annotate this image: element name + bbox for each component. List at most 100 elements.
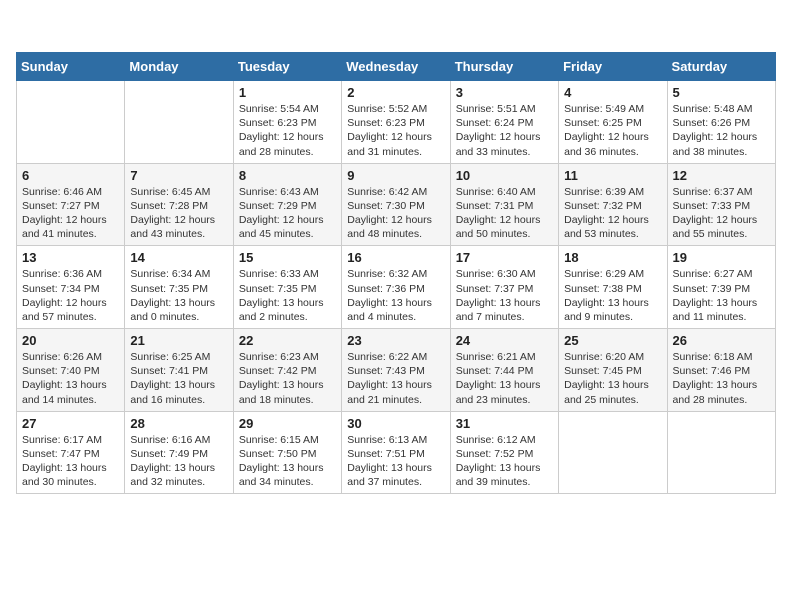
day-number: 6 (22, 168, 119, 183)
day-number: 14 (130, 250, 227, 265)
day-number: 24 (456, 333, 553, 348)
calendar-cell: 9 Sunrise: 6:42 AMSunset: 7:30 PMDaylight… (342, 163, 450, 246)
day-number: 27 (22, 416, 119, 431)
day-number: 22 (239, 333, 336, 348)
calendar-cell: 16 Sunrise: 6:32 AMSunset: 7:36 PMDayligh… (342, 246, 450, 329)
day-number: 31 (456, 416, 553, 431)
page-header (16, 16, 776, 44)
day-number: 21 (130, 333, 227, 348)
day-number: 19 (673, 250, 770, 265)
day-number: 7 (130, 168, 227, 183)
calendar-cell: 30 Sunrise: 6:13 AMSunset: 7:51 PMDayligh… (342, 411, 450, 494)
week-row-5: 27 Sunrise: 6:17 AMSunset: 7:47 PMDayligh… (17, 411, 776, 494)
day-number: 26 (673, 333, 770, 348)
day-info: Sunrise: 6:30 AMSunset: 7:37 PMDaylight:… (456, 267, 553, 324)
day-info: Sunrise: 6:40 AMSunset: 7:31 PMDaylight:… (456, 185, 553, 242)
day-info: Sunrise: 6:25 AMSunset: 7:41 PMDaylight:… (130, 350, 227, 407)
day-info: Sunrise: 6:17 AMSunset: 7:47 PMDaylight:… (22, 433, 119, 490)
day-info: Sunrise: 6:15 AMSunset: 7:50 PMDaylight:… (239, 433, 336, 490)
day-number: 29 (239, 416, 336, 431)
day-number: 25 (564, 333, 661, 348)
day-number: 3 (456, 85, 553, 100)
day-info: Sunrise: 6:36 AMSunset: 7:34 PMDaylight:… (22, 267, 119, 324)
logo-icon (16, 16, 44, 44)
header-row: SundayMondayTuesdayWednesdayThursdayFrid… (17, 53, 776, 81)
week-row-4: 20 Sunrise: 6:26 AMSunset: 7:40 PMDayligh… (17, 329, 776, 412)
calendar-cell: 29 Sunrise: 6:15 AMSunset: 7:50 PMDayligh… (233, 411, 341, 494)
day-info: Sunrise: 6:21 AMSunset: 7:44 PMDaylight:… (456, 350, 553, 407)
day-header-friday: Friday (559, 53, 667, 81)
calendar-cell: 2 Sunrise: 5:52 AMSunset: 6:23 PMDaylight… (342, 81, 450, 164)
calendar-cell (17, 81, 125, 164)
calendar-cell: 8Sunrise: 6:43 AMSunset: 7:29 PMDaylight… (233, 163, 341, 246)
logo (16, 16, 44, 44)
day-info: Sunrise: 5:54 AMSunset: 6:23 PMDaylight:… (239, 102, 336, 159)
day-header-thursday: Thursday (450, 53, 558, 81)
day-header-monday: Monday (125, 53, 233, 81)
calendar-cell: 23 Sunrise: 6:22 AMSunset: 7:43 PMDayligh… (342, 329, 450, 412)
day-info: Sunrise: 6:23 AMSunset: 7:42 PMDaylight:… (239, 350, 336, 407)
day-number: 16 (347, 250, 444, 265)
day-info: Sunrise: 6:26 AMSunset: 7:40 PMDaylight:… (22, 350, 119, 407)
day-header-saturday: Saturday (667, 53, 775, 81)
day-number: 4 (564, 85, 661, 100)
day-info: Sunrise: 6:13 AMSunset: 7:51 PMDaylight:… (347, 433, 444, 490)
calendar-cell: 21 Sunrise: 6:25 AMSunset: 7:41 PMDayligh… (125, 329, 233, 412)
calendar-cell (667, 411, 775, 494)
week-row-2: 6 Sunrise: 6:46 AMSunset: 7:27 PMDaylight… (17, 163, 776, 246)
day-info: Sunrise: 6:34 AMSunset: 7:35 PMDaylight:… (130, 267, 227, 324)
calendar-cell: 11 Sunrise: 6:39 AMSunset: 7:32 PMDayligh… (559, 163, 667, 246)
week-row-1: 1 Sunrise: 5:54 AMSunset: 6:23 PMDaylight… (17, 81, 776, 164)
calendar-cell: 28 Sunrise: 6:16 AMSunset: 7:49 PMDayligh… (125, 411, 233, 494)
day-number: 13 (22, 250, 119, 265)
day-info: Sunrise: 6:12 AMSunset: 7:52 PMDaylight:… (456, 433, 553, 490)
day-info: Sunrise: 5:49 AMSunset: 6:25 PMDaylight:… (564, 102, 661, 159)
calendar-cell: 19 Sunrise: 6:27 AMSunset: 7:39 PMDayligh… (667, 246, 775, 329)
calendar-cell: 5Sunrise: 5:48 AMSunset: 6:26 PMDaylight… (667, 81, 775, 164)
day-number: 9 (347, 168, 444, 183)
day-number: 23 (347, 333, 444, 348)
calendar-cell: 18Sunrise: 6:29 AMSunset: 7:38 PMDayligh… (559, 246, 667, 329)
day-header-wednesday: Wednesday (342, 53, 450, 81)
calendar-cell: 20 Sunrise: 6:26 AMSunset: 7:40 PMDayligh… (17, 329, 125, 412)
day-number: 5 (673, 85, 770, 100)
calendar-cell: 3Sunrise: 5:51 AMSunset: 6:24 PMDaylight… (450, 81, 558, 164)
day-number: 11 (564, 168, 661, 183)
day-number: 15 (239, 250, 336, 265)
day-info: Sunrise: 6:37 AMSunset: 7:33 PMDaylight:… (673, 185, 770, 242)
week-row-3: 13 Sunrise: 6:36 AMSunset: 7:34 PMDayligh… (17, 246, 776, 329)
day-header-sunday: Sunday (17, 53, 125, 81)
calendar-cell: 27 Sunrise: 6:17 AMSunset: 7:47 PMDayligh… (17, 411, 125, 494)
day-number: 18 (564, 250, 661, 265)
calendar-cell: 14 Sunrise: 6:34 AMSunset: 7:35 PMDayligh… (125, 246, 233, 329)
day-number: 10 (456, 168, 553, 183)
day-info: Sunrise: 6:39 AMSunset: 7:32 PMDaylight:… (564, 185, 661, 242)
day-info: Sunrise: 5:52 AMSunset: 6:23 PMDaylight:… (347, 102, 444, 159)
day-number: 1 (239, 85, 336, 100)
calendar-cell: 6 Sunrise: 6:46 AMSunset: 7:27 PMDaylight… (17, 163, 125, 246)
calendar-cell: 12Sunrise: 6:37 AMSunset: 7:33 PMDayligh… (667, 163, 775, 246)
calendar-cell: 1 Sunrise: 5:54 AMSunset: 6:23 PMDaylight… (233, 81, 341, 164)
day-info: Sunrise: 6:43 AMSunset: 7:29 PMDaylight:… (239, 185, 336, 242)
calendar-cell (559, 411, 667, 494)
day-number: 17 (456, 250, 553, 265)
day-number: 30 (347, 416, 444, 431)
calendar-cell: 15Sunrise: 6:33 AMSunset: 7:35 PMDayligh… (233, 246, 341, 329)
calendar-cell: 7Sunrise: 6:45 AMSunset: 7:28 PMDaylight… (125, 163, 233, 246)
day-info: Sunrise: 6:18 AMSunset: 7:46 PMDaylight:… (673, 350, 770, 407)
day-header-tuesday: Tuesday (233, 53, 341, 81)
calendar-cell: 10 Sunrise: 6:40 AMSunset: 7:31 PMDayligh… (450, 163, 558, 246)
day-info: Sunrise: 6:22 AMSunset: 7:43 PMDaylight:… (347, 350, 444, 407)
calendar-cell: 22 Sunrise: 6:23 AMSunset: 7:42 PMDayligh… (233, 329, 341, 412)
day-info: Sunrise: 6:16 AMSunset: 7:49 PMDaylight:… (130, 433, 227, 490)
day-number: 2 (347, 85, 444, 100)
day-info: Sunrise: 6:20 AMSunset: 7:45 PMDaylight:… (564, 350, 661, 407)
day-info: Sunrise: 6:32 AMSunset: 7:36 PMDaylight:… (347, 267, 444, 324)
day-number: 28 (130, 416, 227, 431)
calendar-cell (125, 81, 233, 164)
day-info: Sunrise: 6:27 AMSunset: 7:39 PMDaylight:… (673, 267, 770, 324)
calendar-cell: 26 Sunrise: 6:18 AMSunset: 7:46 PMDayligh… (667, 329, 775, 412)
day-info: Sunrise: 6:42 AMSunset: 7:30 PMDaylight:… (347, 185, 444, 242)
day-info: Sunrise: 6:46 AMSunset: 7:27 PMDaylight:… (22, 185, 119, 242)
day-number: 20 (22, 333, 119, 348)
